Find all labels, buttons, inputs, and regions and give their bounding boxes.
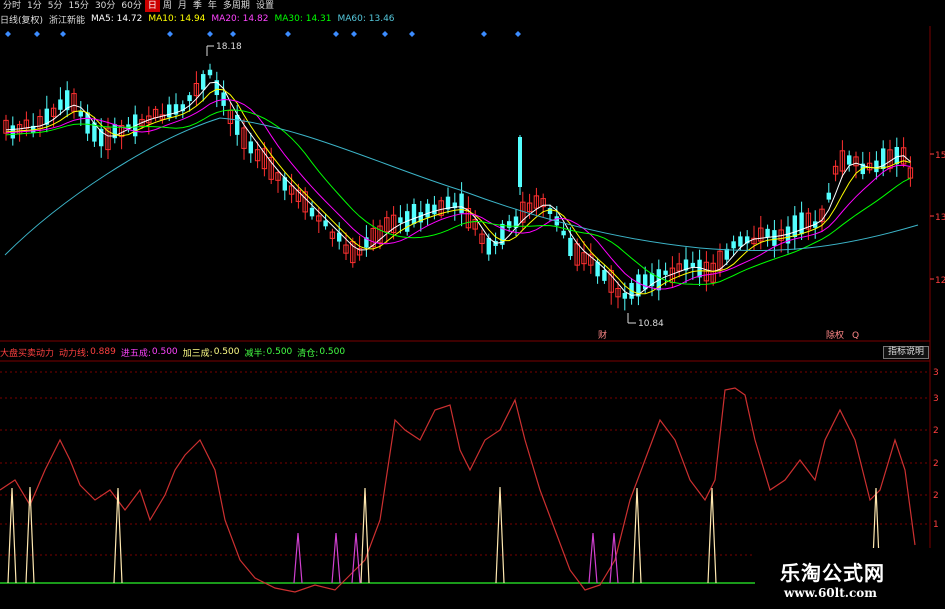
ind-tick-0: 3 — [933, 368, 939, 378]
watermark-title: 乐淘公式网 — [780, 561, 885, 585]
signal-spike — [331, 532, 341, 584]
signal-spike — [609, 532, 619, 584]
candlesticks — [3, 63, 914, 311]
ma-line — [5, 109, 911, 285]
indicator-help-button[interactable]: 指标说明 — [882, 346, 929, 359]
watermark-url: www.60lt.com — [784, 586, 877, 600]
signal-spike — [293, 532, 303, 584]
ind-tick-5: 1 — [933, 520, 939, 530]
candle-body-down — [738, 236, 743, 247]
jinwu-value: 0.500 — [151, 347, 178, 357]
candle-body-down — [568, 237, 573, 257]
signal-spike — [588, 532, 598, 584]
event-diamond — [481, 31, 487, 37]
dongli-value: 0.889 — [90, 347, 116, 357]
cai-marker: 财 — [598, 329, 607, 341]
candle-body-down — [167, 104, 172, 118]
event-diamond — [409, 31, 415, 37]
candle-body-down — [78, 110, 83, 117]
candle-body-down — [772, 230, 777, 246]
event-diamond — [167, 31, 173, 37]
candle-body-down — [731, 241, 736, 249]
candle-body-down — [663, 270, 668, 275]
ind-tick-1: 3 — [933, 394, 939, 404]
ind-tick-3: 2 — [933, 459, 939, 469]
candle-body-down — [323, 220, 328, 227]
candle-body-down — [398, 217, 403, 223]
chart-canvas[interactable]: 18.18 10.84 财 除权 Q 15 13 12 3 3 2 2 2 1 … — [0, 0, 945, 609]
event-diamond — [515, 31, 521, 37]
ind-tick-2: 2 — [933, 426, 939, 436]
ind-tick-4: 2 — [933, 491, 939, 501]
event-diamond — [5, 31, 11, 37]
jianban-label: 减半: — [244, 348, 266, 359]
candle-body-down — [432, 204, 437, 215]
candle-body-down — [622, 293, 627, 299]
candle-body-down — [826, 192, 831, 200]
high-price-label: 18.18 — [216, 42, 242, 52]
event-diamond — [34, 31, 40, 37]
price-tick-15: 15 — [935, 151, 945, 161]
price-tick-12: 12 — [935, 276, 945, 286]
event-diamond — [382, 31, 388, 37]
event-diamond — [230, 31, 236, 37]
candle-body-down — [792, 215, 797, 238]
candle-body-down — [547, 208, 553, 214]
event-diamond — [207, 31, 213, 37]
price-axis-ticks: 15 13 12 — [930, 151, 945, 286]
event-markers — [5, 31, 521, 37]
qingcang-label: 清仓: — [297, 348, 319, 359]
signal-spike — [632, 487, 642, 584]
candle-body-down — [235, 114, 240, 135]
indicator-info-bar: 大盘买卖动力 动力线: 0.889 进五成: 0.500 加三成: 0.500 … — [0, 346, 945, 359]
chuquan-marker: 除权 — [826, 329, 844, 341]
candle-body-down — [724, 248, 729, 260]
signal-spike — [113, 487, 123, 584]
qingcang-value: 0.500 — [319, 347, 346, 357]
candle-body-down — [894, 146, 899, 165]
event-diamond — [60, 31, 66, 37]
signal-spike — [7, 487, 17, 584]
candle-body-down — [765, 228, 770, 238]
candle-body-down — [486, 237, 491, 255]
dongli-label: 动力线: — [59, 348, 90, 359]
candle-body-down — [847, 155, 852, 165]
signal-spike — [707, 487, 717, 584]
candle-body-down — [201, 74, 206, 90]
signal-spike — [360, 487, 370, 584]
candle-body-down — [874, 160, 879, 173]
signal-spike — [495, 486, 505, 584]
event-diamond — [333, 31, 339, 37]
indicator-name: 大盘买卖动力 — [0, 348, 55, 359]
jianban-value: 0.500 — [266, 347, 293, 357]
candle-body-down — [411, 203, 417, 224]
candle-body-down — [207, 69, 213, 76]
jiasan-label: 加三成: — [182, 348, 213, 359]
candle-body-down — [58, 99, 63, 110]
candle-body-down — [561, 230, 566, 236]
event-diamond — [351, 31, 357, 37]
candle-body-down — [248, 141, 253, 154]
candle-body-down — [507, 221, 512, 228]
candle-body-down — [187, 95, 192, 102]
candle-body-down — [309, 207, 315, 217]
candle-body-down — [799, 212, 804, 235]
price-tick-13: 13 — [935, 213, 945, 223]
event-diamond — [285, 31, 291, 37]
indicator-axis-ticks: 3 3 2 2 2 1 1 — [933, 368, 939, 561]
q-marker: Q — [852, 331, 859, 341]
candle-body-down — [643, 274, 648, 290]
candle-body-down — [602, 270, 607, 281]
candle-body-down — [425, 203, 430, 218]
jinwu-label: 进五成: — [120, 348, 151, 359]
indicator-grid — [0, 371, 930, 556]
candle-body-down — [518, 137, 522, 187]
signal-spike — [351, 532, 361, 584]
candle-body-down — [690, 262, 695, 267]
candle-body-down — [85, 112, 90, 134]
jiasan-value: 0.500 — [213, 347, 240, 357]
low-price-label: 10.84 — [638, 319, 664, 329]
